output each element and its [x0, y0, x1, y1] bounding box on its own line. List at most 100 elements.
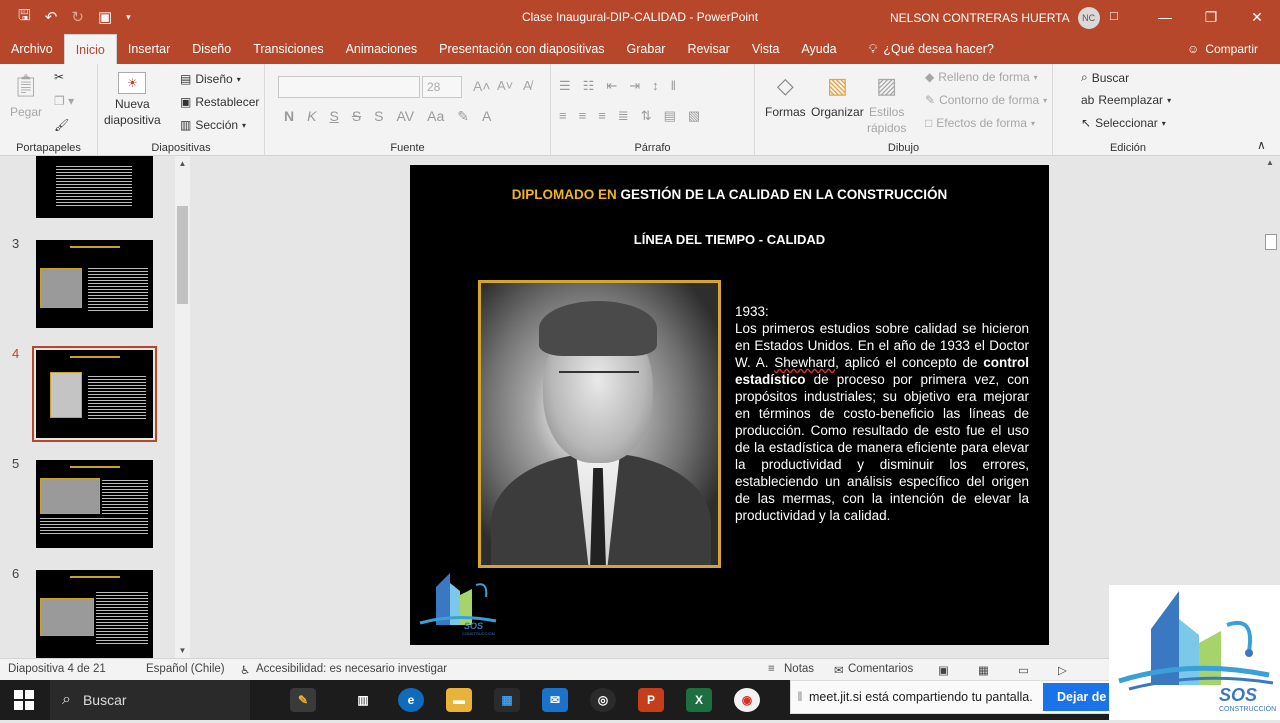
close-icon[interactable]: ✕ [1234, 0, 1280, 34]
windows-start-icon[interactable] [14, 690, 34, 710]
current-slide[interactable]: DIPLOMADO EN GESTIÓN DE LA CALIDAD EN LA… [410, 165, 1049, 645]
decrease-indent-icon[interactable]: ⇤ [606, 78, 617, 94]
collapse-ribbon-icon[interactable]: ∧ [1257, 138, 1266, 152]
restore-icon[interactable]: ❐ [1188, 0, 1234, 34]
store-icon[interactable]: ▦ [494, 688, 520, 712]
scrollbar-thumb[interactable] [1265, 234, 1277, 250]
slideshow-icon[interactable]: ▷ [1058, 663, 1067, 677]
justify-icon[interactable]: ≣ [618, 108, 629, 124]
slide-thumbnail-6[interactable] [36, 570, 153, 658]
slide-body-text[interactable]: 1933: Los primeros estudios sobre calida… [735, 303, 1029, 524]
align-text-icon[interactable]: ▤ [664, 108, 676, 124]
redo-icon[interactable]: ↻ [71, 8, 84, 26]
file-explorer-icon[interactable]: ▬ [446, 688, 472, 712]
highlight-icon[interactable]: ✎ [457, 108, 469, 125]
tab-diseno[interactable]: Diseño [181, 34, 242, 64]
layout-button[interactable]: ▤ Diseño ▾ [180, 72, 241, 86]
reset-button[interactable]: ▣ Restablecer [180, 95, 259, 109]
slide-sorter-icon[interactable]: ▦ [978, 663, 989, 677]
avatar[interactable]: NC [1077, 7, 1100, 29]
excel-icon[interactable]: X [686, 688, 712, 712]
spacing-icon[interactable]: AV [397, 108, 415, 125]
clear-format-icon[interactable]: A̸ [523, 78, 532, 93]
shapes-button[interactable]: ◇ Formas [765, 70, 806, 120]
shadow-icon[interactable]: S [374, 108, 383, 125]
font-name-input[interactable] [278, 76, 420, 98]
slide-thumbnail-3[interactable] [36, 240, 153, 328]
ribbon-display-options-icon[interactable]: □ [1110, 8, 1118, 23]
section-button[interactable]: ▥ Sección ▾ [180, 118, 246, 132]
reading-view-icon[interactable]: ▭ [1018, 663, 1029, 677]
increase-font-icon[interactable]: A˄ [473, 78, 491, 94]
tab-grabar[interactable]: Grabar [616, 34, 677, 64]
slide-thumbnail-5[interactable] [36, 460, 153, 548]
accessibility-icon[interactable]: ♿︎ [240, 663, 250, 677]
tab-archivo[interactable]: Archivo [0, 34, 64, 64]
shape-effects-button[interactable]: □ Efectos de forma ▾ [925, 116, 1035, 130]
normal-view-icon[interactable]: ▣ [938, 663, 949, 677]
tab-animaciones[interactable]: Animaciones [335, 34, 429, 64]
tab-insertar[interactable]: Insertar [117, 34, 181, 64]
mail-icon[interactable]: ✉ [542, 688, 568, 712]
share-button[interactable]: ☺ Compartir [1187, 34, 1258, 64]
editor-scrollbar[interactable]: ▲ [1262, 156, 1280, 586]
minimize-icon[interactable]: — [1142, 0, 1188, 34]
columns-icon[interactable]: ‖ [671, 78, 676, 94]
select-button[interactable]: ↖ Seleccionar ▾ [1081, 116, 1166, 130]
scroll-down-icon[interactable]: ▼ [175, 643, 190, 658]
language-indicator[interactable]: Español (Chile) [146, 663, 225, 675]
notes-button[interactable]: Notas [784, 663, 814, 675]
taskbar-search[interactable]: ⌕ Buscar [50, 680, 250, 720]
thumbnails-scrollbar[interactable]: ▲ ▼ [175, 156, 190, 658]
text-direction-icon[interactable]: ⇅ [641, 108, 652, 124]
scroll-up-icon[interactable]: ▲ [1266, 158, 1274, 167]
strikethrough-button[interactable]: S [352, 108, 361, 125]
tab-inicio[interactable]: Inicio [63, 34, 117, 64]
tab-ayuda[interactable]: Ayuda [790, 34, 847, 64]
app-icon[interactable]: ◎ [590, 688, 616, 712]
scrollbar-thumb[interactable] [177, 206, 188, 304]
shape-fill-button[interactable]: ◆ Relleno de forma ▾ [925, 70, 1038, 84]
powerpoint-icon[interactable]: P [638, 688, 664, 712]
slide-thumbnail-4[interactable] [32, 346, 157, 442]
align-center-icon[interactable]: ≡ [579, 108, 587, 124]
copy-icon[interactable]: ❐ ▾ [54, 94, 74, 108]
comments-icon[interactable]: ✉ [834, 663, 844, 677]
undo-icon[interactable]: ↶ [45, 8, 58, 26]
accessibility-status[interactable]: Accesibilidad: es necesario investigar [256, 663, 447, 675]
italic-button[interactable]: K [307, 108, 316, 125]
find-button[interactable]: ⌕ Buscar [1081, 70, 1129, 85]
comments-button[interactable]: Comentarios [848, 663, 913, 675]
underline-button[interactable]: S [329, 108, 338, 125]
replace-button[interactable]: ab Reemplazar ▾ [1081, 93, 1171, 107]
format-painter-icon[interactable]: 🖌︎ [54, 118, 69, 132]
smartart-icon[interactable]: ▧ [688, 108, 700, 124]
widgets-icon[interactable]: ✎ [290, 688, 316, 712]
tab-revisar[interactable]: Revisar [676, 34, 740, 64]
paste-button[interactable]: 📋︎ Pegar [10, 70, 42, 120]
cut-icon[interactable]: ✂ [54, 70, 64, 84]
slide-thumbnail-2[interactable] [36, 156, 153, 218]
decrease-font-icon[interactable]: A˅ [497, 78, 513, 93]
numbering-icon[interactable]: ☷ [583, 78, 595, 94]
customize-qat-icon[interactable]: ▾ [126, 12, 131, 23]
increase-indent-icon[interactable]: ⇥ [629, 78, 640, 94]
start-presentation-icon[interactable]: ▣ [98, 8, 112, 26]
edge-icon[interactable]: e [398, 688, 424, 712]
scroll-up-icon[interactable]: ▲ [175, 156, 190, 171]
save-icon[interactable]: 🖫 [18, 5, 31, 30]
new-slide-button[interactable]: ☀ Nueva diapositiva [104, 72, 161, 128]
align-right-icon[interactable]: ≡ [598, 108, 606, 124]
tab-vista[interactable]: Vista [741, 34, 791, 64]
task-view-icon[interactable]: ▥ [350, 688, 376, 712]
line-spacing-icon[interactable]: ↕ [652, 78, 659, 94]
quick-styles-button[interactable]: ▨ Estilos rápidos [867, 70, 906, 136]
tab-presentacion[interactable]: Presentación con diapositivas [428, 34, 615, 64]
tell-me-box[interactable]: 💡︎ ¿Qué desea hacer? [858, 34, 1005, 64]
tab-transiciones[interactable]: Transiciones [242, 34, 334, 64]
arrange-button[interactable]: ▧ Organizar [811, 70, 864, 120]
change-case-button[interactable]: Aa [427, 108, 444, 125]
notes-icon[interactable]: ≡ [768, 663, 775, 675]
drag-handle-icon[interactable]: ‖ [791, 690, 809, 704]
slide-subtitle[interactable]: LÍNEA DEL TIEMPO - CALIDAD [410, 232, 1049, 247]
